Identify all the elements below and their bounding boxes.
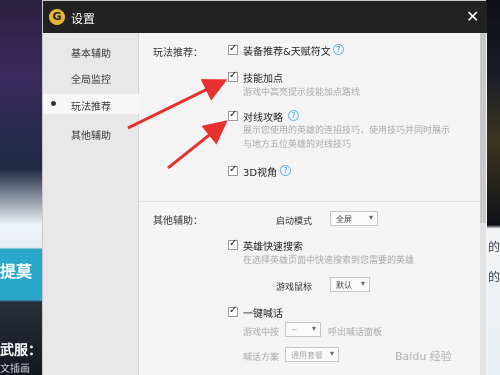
skill-points-checkbox[interactable]	[228, 70, 238, 82]
3d-view-option[interactable]: 3D视角 ?	[228, 164, 348, 180]
window-title: 设置	[71, 12, 96, 26]
help-icon[interactable]: ?	[288, 110, 299, 121]
settings-dialog: G 设置 ✕ 基本辅助 全局监控 玩法推荐 其他辅助 玩法推荐： 装备推荐&天赋…	[42, 0, 487, 375]
help-icon[interactable]: ?	[333, 44, 344, 55]
quick-shout-checkbox[interactable]	[228, 305, 238, 317]
start-mode-select[interactable]: 全屏 ▾	[330, 211, 378, 226]
section-label-other: 其他辅助：	[153, 216, 203, 227]
sidebar-item-label: 玩法推荐	[71, 102, 111, 113]
background-left-panel: 提莫 武服： 文插画	[0, 0, 42, 375]
lane-guide-description-line: 与地方五位英雄的对线技巧	[243, 140, 352, 150]
quick-shout-option[interactable]: 一键喊话	[228, 305, 348, 321]
shout-key-value: ~	[291, 325, 298, 334]
start-mode-value: 全屏	[336, 215, 352, 224]
game-mouse-select[interactable]: 默认 ▾	[330, 277, 370, 292]
game-mouse-value: 默认	[336, 281, 352, 290]
lane-guide-option[interactable]: 对线攻略 ?	[228, 109, 448, 125]
sidebar-item-basic[interactable]: 基本辅助	[43, 41, 139, 61]
skill-points-label: 技能加点	[243, 74, 283, 85]
hero-search-label: 英雄快速搜索	[243, 242, 303, 253]
app-logo-icon: G	[49, 9, 65, 25]
background-text: 的	[488, 240, 500, 254]
settings-content: 玩法推荐： 装备推荐&天赋符文 ? 技能加点 游戏中高亮提示技能加点路线 对线攻…	[139, 33, 487, 375]
sidebar-item-label: 全局监控	[71, 75, 111, 86]
lane-guide-checkbox[interactable]	[228, 109, 238, 121]
active-bullet-icon	[51, 101, 56, 106]
title-bar[interactable]: G 设置 ✕	[43, 1, 487, 33]
background-text: 的	[488, 270, 500, 284]
sidebar-item-global-monitor[interactable]: 全局监控	[43, 67, 139, 87]
help-icon[interactable]: ?	[280, 165, 291, 176]
chevron-down-icon: ▾	[368, 213, 373, 222]
shout-key-suffix: 呼出喊话面板	[328, 328, 383, 338]
skill-points-description: 游戏中高亮提示技能加点路线	[243, 88, 361, 98]
background-promo-text: 武服：	[0, 343, 42, 359]
section-divider	[139, 201, 487, 202]
3d-view-label: 3D视角	[243, 168, 278, 179]
shout-plan-select[interactable]: 通用套餐 ▾	[285, 347, 339, 362]
game-mouse-label: 游戏鼠标	[276, 283, 313, 293]
sidebar-item-gameplay[interactable]: 玩法推荐	[43, 94, 139, 114]
scrollbar-thumb[interactable]	[480, 33, 486, 223]
background-promo-text: 文插画	[0, 364, 30, 375]
skill-points-option[interactable]: 技能加点	[228, 70, 448, 86]
3d-view-checkbox[interactable]	[228, 164, 238, 176]
sidebar-item-other[interactable]: 其他辅助	[43, 123, 139, 143]
lane-guide-label: 对线攻略	[243, 113, 283, 124]
chevron-down-icon: ▾	[360, 279, 365, 288]
lane-guide-description-line: 展示您使用的英雄的连招技巧，使用技巧并同时展示	[243, 126, 451, 136]
shout-key-label: 游戏中按	[243, 328, 280, 338]
hero-search-description: 在选择英雄页面中快速搜索到您需要的英雄	[243, 256, 415, 266]
shout-plan-label: 喊话方案	[243, 353, 280, 363]
watermark: Baidu 经验	[395, 350, 452, 363]
sidebar-item-label: 基本辅助	[71, 49, 111, 60]
quick-shout-label: 一键喊话	[243, 309, 283, 320]
section-label-recommend: 玩法推荐：	[153, 48, 203, 59]
chevron-down-icon: ▾	[311, 324, 316, 333]
equip-recommend-checkbox[interactable]	[228, 43, 238, 55]
equip-recommend-label: 装备推荐&天赋符文	[243, 47, 331, 58]
shout-plan-value: 通用套餐	[291, 351, 323, 360]
hero-search-checkbox[interactable]	[228, 238, 238, 250]
shout-key-select[interactable]: ~ ▾	[285, 322, 321, 337]
close-icon[interactable]: ✕	[466, 7, 479, 26]
background-promo-text: 提莫	[0, 262, 33, 281]
hero-search-option[interactable]: 英雄快速搜索	[228, 238, 448, 254]
background-right-panel: 的 的	[486, 0, 500, 375]
start-mode-label: 启动模式	[276, 217, 313, 227]
sidebar: 基本辅助 全局监控 玩法推荐 其他辅助	[43, 33, 139, 375]
sidebar-item-label: 其他辅助	[71, 131, 111, 142]
chevron-down-icon: ▾	[329, 349, 334, 358]
scrollbar[interactable]	[480, 33, 486, 375]
equip-recommend-option[interactable]: 装备推荐&天赋符文 ?	[228, 43, 448, 59]
